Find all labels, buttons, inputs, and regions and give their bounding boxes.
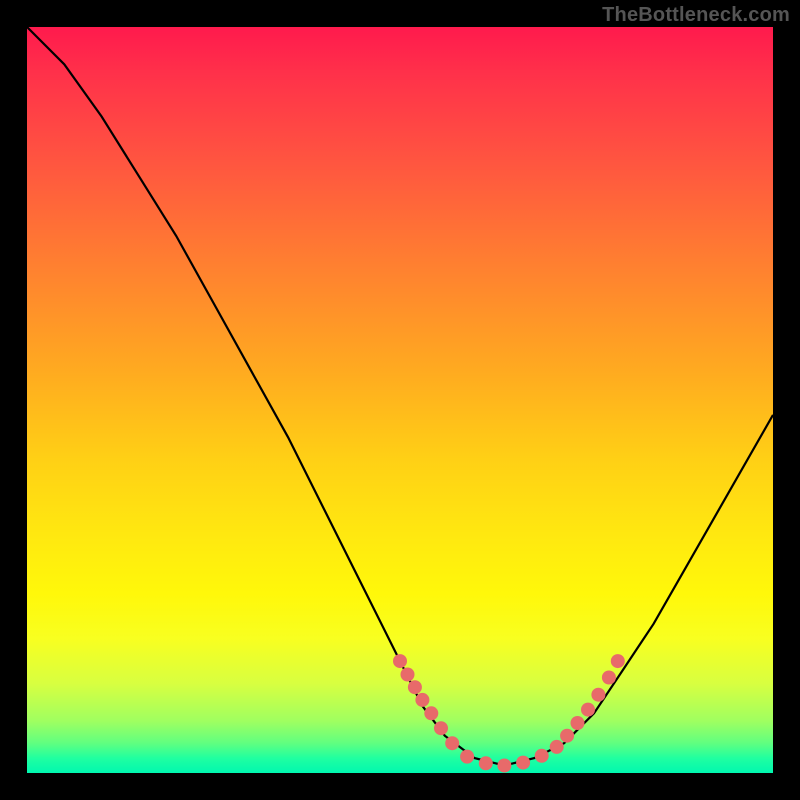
data-dot <box>434 721 448 735</box>
data-dot <box>560 729 574 743</box>
attribution-text: TheBottleneck.com <box>602 4 790 27</box>
data-dot <box>535 749 549 763</box>
data-dot <box>415 693 429 707</box>
data-dot <box>445 736 459 750</box>
data-dot <box>401 668 415 682</box>
data-dot <box>424 706 438 720</box>
data-dot <box>611 654 625 668</box>
data-dot <box>393 654 407 668</box>
data-dot <box>497 759 511 773</box>
data-dot <box>460 750 474 764</box>
data-dots-group <box>393 654 625 772</box>
data-dot <box>479 756 493 770</box>
data-dot <box>571 716 585 730</box>
data-dot <box>591 688 605 702</box>
data-dot <box>581 703 595 717</box>
data-dot <box>408 680 422 694</box>
chart-svg <box>27 27 773 773</box>
data-dot <box>550 740 564 754</box>
data-dot <box>602 671 616 685</box>
data-dot <box>516 756 530 770</box>
chart-stage: TheBottleneck.com <box>0 0 800 800</box>
plot-area <box>27 27 773 773</box>
